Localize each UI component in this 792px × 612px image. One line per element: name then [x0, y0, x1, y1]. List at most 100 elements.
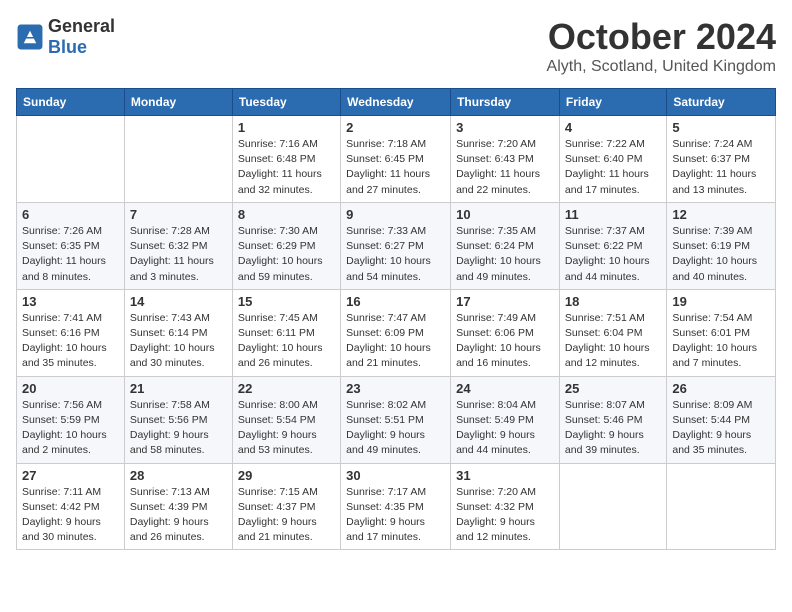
calendar-cell: 16Sunrise: 7:47 AM Sunset: 6:09 PM Dayli…: [341, 289, 451, 376]
calendar-cell: 12 Sunrise: 7:39 AM Sunset: 6:19 PM Dayli…: [667, 202, 776, 289]
month-title: October 2024: [547, 16, 776, 58]
cell-details: Sunrise: 7:18 AM Sunset: 6:45 PM Dayligh…: [346, 137, 445, 198]
calendar-cell: 10 Sunrise: 7:35 AM Sunset: 6:24 PM Dayli…: [451, 202, 560, 289]
cell-details: Sunrise: 7:33 AM Sunset: 6:27 PM Dayligh…: [346, 224, 445, 285]
day-header-thursday: Thursday: [451, 89, 560, 116]
day-number: 17: [456, 294, 554, 309]
calendar-cell: 18 Sunrise: 7:51 AM Sunset: 6:04 PM Dayli…: [559, 289, 666, 376]
day-number: 31: [456, 468, 554, 483]
cell-details: Sunrise: 7:43 AM Sunset: 6:14 PM Dayligh…: [130, 311, 227, 372]
calendar-week-row: 20 Sunrise: 7:56 AM Sunset: 5:59 PM Dayli…: [17, 376, 776, 463]
calendar-header-row: SundayMondayTuesdayWednesdayThursdayFrid…: [17, 89, 776, 116]
day-number: 15: [238, 294, 335, 309]
cell-details: Sunrise: 8:07 AM Sunset: 5:46 PM Dayligh…: [565, 398, 661, 459]
calendar-cell: 22Sunrise: 8:00 AM Sunset: 5:54 PM Dayli…: [232, 376, 340, 463]
cell-details: Sunrise: 7:28 AM Sunset: 6:32 PM Dayligh…: [130, 224, 227, 285]
cell-details: Sunrise: 7:15 AM Sunset: 4:37 PM Dayligh…: [238, 485, 335, 546]
cell-details: Sunrise: 7:30 AM Sunset: 6:29 PM Dayligh…: [238, 224, 335, 285]
day-number: 25: [565, 381, 661, 396]
calendar-week-row: 1Sunrise: 7:16 AM Sunset: 6:48 PM Daylig…: [17, 116, 776, 203]
calendar-week-row: 6 Sunrise: 7:26 AM Sunset: 6:35 PM Daylig…: [17, 202, 776, 289]
cell-details: Sunrise: 7:17 AM Sunset: 4:35 PM Dayligh…: [346, 485, 445, 546]
day-number: 2: [346, 120, 445, 135]
day-number: 20: [22, 381, 119, 396]
calendar-cell: 5Sunrise: 7:24 AM Sunset: 6:37 PM Daylig…: [667, 116, 776, 203]
cell-details: Sunrise: 7:26 AM Sunset: 6:35 PM Dayligh…: [22, 224, 119, 285]
logo-general: General: [48, 16, 115, 36]
day-number: 10: [456, 207, 554, 222]
day-number: 18: [565, 294, 661, 309]
day-number: 14: [130, 294, 227, 309]
day-number: 11: [565, 207, 661, 222]
day-number: 22: [238, 381, 335, 396]
logo-blue: Blue: [48, 37, 87, 57]
cell-details: Sunrise: 7:51 AM Sunset: 6:04 PM Dayligh…: [565, 311, 661, 372]
cell-details: Sunrise: 8:04 AM Sunset: 5:49 PM Dayligh…: [456, 398, 554, 459]
day-number: 8: [238, 207, 335, 222]
calendar-cell: 6 Sunrise: 7:26 AM Sunset: 6:35 PM Daylig…: [17, 202, 125, 289]
cell-details: Sunrise: 8:09 AM Sunset: 5:44 PM Dayligh…: [672, 398, 770, 459]
cell-details: Sunrise: 7:56 AM Sunset: 5:59 PM Dayligh…: [22, 398, 119, 459]
cell-details: Sunrise: 7:45 AM Sunset: 6:11 PM Dayligh…: [238, 311, 335, 372]
calendar-cell: 25 Sunrise: 8:07 AM Sunset: 5:46 PM Dayli…: [559, 376, 666, 463]
calendar-table: SundayMondayTuesdayWednesdayThursdayFrid…: [16, 88, 776, 550]
calendar-cell: 19 Sunrise: 7:54 AM Sunset: 6:01 PM Dayli…: [667, 289, 776, 376]
day-number: 3: [456, 120, 554, 135]
day-number: 27: [22, 468, 119, 483]
calendar-cell: [559, 463, 666, 550]
day-number: 21: [130, 381, 227, 396]
day-header-tuesday: Tuesday: [232, 89, 340, 116]
cell-details: Sunrise: 7:35 AM Sunset: 6:24 PM Dayligh…: [456, 224, 554, 285]
calendar-cell: 17 Sunrise: 7:49 AM Sunset: 6:06 PM Dayli…: [451, 289, 560, 376]
calendar-cell: 23Sunrise: 8:02 AM Sunset: 5:51 PM Dayli…: [341, 376, 451, 463]
location-title: Alyth, Scotland, United Kingdom: [547, 58, 776, 76]
day-header-friday: Friday: [559, 89, 666, 116]
day-number: 28: [130, 468, 227, 483]
logo-icon: [16, 23, 44, 51]
day-header-sunday: Sunday: [17, 89, 125, 116]
day-number: 9: [346, 207, 445, 222]
calendar-cell: 11 Sunrise: 7:37 AM Sunset: 6:22 PM Dayli…: [559, 202, 666, 289]
day-number: 29: [238, 468, 335, 483]
cell-details: Sunrise: 7:22 AM Sunset: 6:40 PM Dayligh…: [565, 137, 661, 198]
day-number: 26: [672, 381, 770, 396]
day-header-saturday: Saturday: [667, 89, 776, 116]
calendar-cell: 7 Sunrise: 7:28 AM Sunset: 6:32 PM Daylig…: [124, 202, 232, 289]
day-number: 12: [672, 207, 770, 222]
cell-details: Sunrise: 7:54 AM Sunset: 6:01 PM Dayligh…: [672, 311, 770, 372]
calendar-cell: 21 Sunrise: 7:58 AM Sunset: 5:56 PM Dayli…: [124, 376, 232, 463]
cell-details: Sunrise: 7:20 AM Sunset: 4:32 PM Dayligh…: [456, 485, 554, 546]
calendar-cell: [667, 463, 776, 550]
day-number: 19: [672, 294, 770, 309]
calendar-cell: 30Sunrise: 7:17 AM Sunset: 4:35 PM Dayli…: [341, 463, 451, 550]
calendar-cell: 26 Sunrise: 8:09 AM Sunset: 5:44 PM Dayli…: [667, 376, 776, 463]
calendar-cell: 24Sunrise: 8:04 AM Sunset: 5:49 PM Dayli…: [451, 376, 560, 463]
cell-details: Sunrise: 7:58 AM Sunset: 5:56 PM Dayligh…: [130, 398, 227, 459]
day-number: 5: [672, 120, 770, 135]
calendar-cell: 29 Sunrise: 7:15 AM Sunset: 4:37 PM Dayli…: [232, 463, 340, 550]
calendar-cell: 20 Sunrise: 7:56 AM Sunset: 5:59 PM Dayli…: [17, 376, 125, 463]
cell-details: Sunrise: 7:13 AM Sunset: 4:39 PM Dayligh…: [130, 485, 227, 546]
calendar-cell: 8 Sunrise: 7:30 AM Sunset: 6:29 PM Daylig…: [232, 202, 340, 289]
logo: General Blue: [16, 16, 115, 58]
calendar-week-row: 13Sunrise: 7:41 AM Sunset: 6:16 PM Dayli…: [17, 289, 776, 376]
calendar-week-row: 27 Sunrise: 7:11 AM Sunset: 4:42 PM Dayli…: [17, 463, 776, 550]
cell-details: Sunrise: 7:47 AM Sunset: 6:09 PM Dayligh…: [346, 311, 445, 372]
calendar-cell: [124, 116, 232, 203]
calendar-cell: 9 Sunrise: 7:33 AM Sunset: 6:27 PM Daylig…: [341, 202, 451, 289]
cell-details: Sunrise: 7:39 AM Sunset: 6:19 PM Dayligh…: [672, 224, 770, 285]
calendar-cell: 1Sunrise: 7:16 AM Sunset: 6:48 PM Daylig…: [232, 116, 340, 203]
calendar-cell: 3Sunrise: 7:20 AM Sunset: 6:43 PM Daylig…: [451, 116, 560, 203]
page-header: General Blue October 2024 Alyth, Scotlan…: [16, 16, 776, 76]
logo-text: General Blue: [48, 16, 115, 58]
calendar-cell: 14 Sunrise: 7:43 AM Sunset: 6:14 PM Dayli…: [124, 289, 232, 376]
cell-details: Sunrise: 7:37 AM Sunset: 6:22 PM Dayligh…: [565, 224, 661, 285]
calendar-cell: 4Sunrise: 7:22 AM Sunset: 6:40 PM Daylig…: [559, 116, 666, 203]
day-number: 6: [22, 207, 119, 222]
cell-details: Sunrise: 7:49 AM Sunset: 6:06 PM Dayligh…: [456, 311, 554, 372]
day-number: 7: [130, 207, 227, 222]
day-header-monday: Monday: [124, 89, 232, 116]
title-area: October 2024 Alyth, Scotland, United Kin…: [547, 16, 776, 76]
cell-details: Sunrise: 7:41 AM Sunset: 6:16 PM Dayligh…: [22, 311, 119, 372]
cell-details: Sunrise: 7:11 AM Sunset: 4:42 PM Dayligh…: [22, 485, 119, 546]
